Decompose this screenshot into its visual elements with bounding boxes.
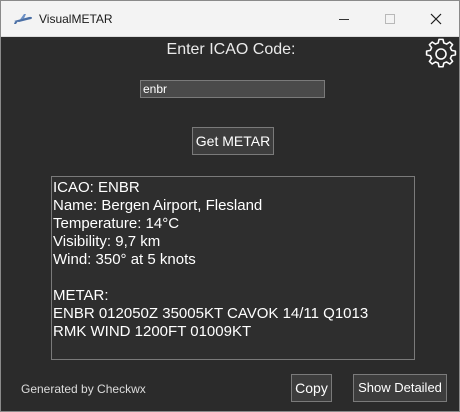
- airplane-icon: [14, 14, 32, 24]
- wind-line: Wind: 350° at 5 knots: [53, 251, 196, 268]
- visibility-line: Visibility: 9,7 km: [53, 233, 161, 250]
- metar-raw-line-2: RMK WIND 1200FT 01009KT: [53, 323, 252, 340]
- title-bar[interactable]: VisualMETAR: [1, 1, 459, 37]
- maximize-icon: [385, 14, 395, 24]
- gear-icon[interactable]: [425, 38, 457, 70]
- maximize-button[interactable]: [367, 1, 413, 37]
- airport-name-line: Name: Bergen Airport, Flesland: [53, 197, 263, 214]
- metar-raw-line-1: ENBR 012050Z 35005KT CAVOK 14/11 Q1013: [53, 305, 369, 322]
- metar-output[interactable]: ICAO: ENBR Name: Bergen Airport, Fleslan…: [51, 176, 415, 360]
- show-detailed-button[interactable]: Show Detailed: [353, 374, 447, 402]
- close-icon: [430, 13, 442, 25]
- credit-text: Generated by Checkwx: [21, 382, 146, 396]
- app-window: VisualMETAR Enter ICAO Code: Get METAR I…: [0, 0, 460, 412]
- icao-line: ICAO: ENBR: [53, 179, 140, 196]
- minimize-button[interactable]: [321, 1, 367, 37]
- main-panel: Enter ICAO Code: Get METAR ICAO: ENBR Na…: [1, 38, 459, 411]
- temperature-line: Temperature: 14°C: [53, 215, 180, 232]
- get-metar-button[interactable]: Get METAR: [192, 127, 274, 155]
- minimize-icon: [339, 18, 349, 20]
- metar-label: METAR:: [53, 287, 109, 304]
- copy-button[interactable]: Copy: [291, 374, 332, 402]
- window-title: VisualMETAR: [39, 12, 113, 26]
- icao-heading: Enter ICAO Code:: [166, 41, 296, 58]
- close-button[interactable]: [413, 1, 459, 37]
- icao-input[interactable]: [140, 80, 325, 98]
